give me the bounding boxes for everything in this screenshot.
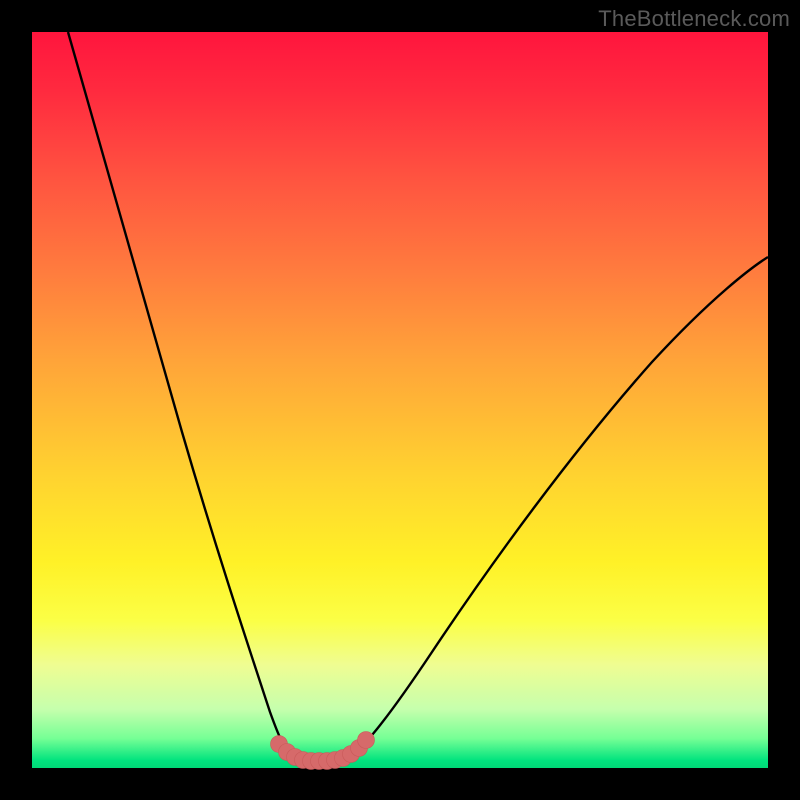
chart-frame: TheBottleneck.com [0,0,800,800]
watermark-text: TheBottleneck.com [598,6,790,32]
plot-area [32,32,768,768]
minimum-markers-group [271,732,375,770]
curve-left-path [68,32,290,753]
curve-svg [32,32,768,768]
marker-dot [358,732,375,749]
curve-right-path [354,257,768,753]
